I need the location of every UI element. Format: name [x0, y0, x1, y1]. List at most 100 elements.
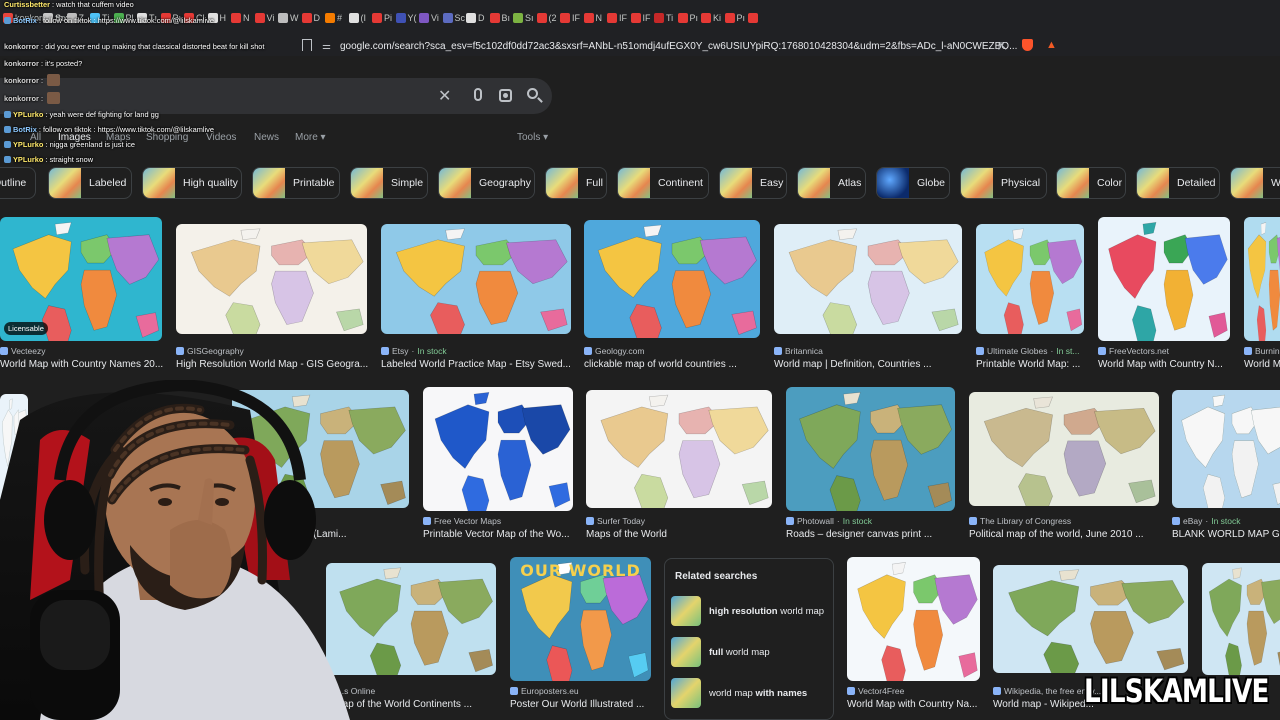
result-thumbnail[interactable] — [1244, 217, 1280, 341]
result-source[interactable]: Vector4Free — [847, 686, 904, 696]
browser-tab[interactable]: Z — [64, 13, 88, 23]
result-thumbnail[interactable] — [381, 224, 571, 334]
result-thumbnail[interactable] — [774, 224, 962, 334]
browser-tab[interactable]: Vi — [416, 13, 440, 23]
filter-chip[interactable]: Physical — [960, 167, 1047, 199]
browser-tab[interactable]: Tj — [87, 13, 111, 23]
filter-chip[interactable]: Easy — [719, 167, 787, 199]
omnibox[interactable]: ⚌ google.com/search?sca_esv=f5c102df0dd7… — [322, 38, 1072, 54]
filter-chip[interactable]: High quality — [142, 167, 242, 199]
browser-tab[interactable] — [745, 13, 769, 23]
tools-button[interactable]: Tools ▾ — [517, 132, 548, 148]
browser-tab[interactable]: Y( — [393, 13, 417, 23]
result-title[interactable]: World Map with Country Names 20... — [0, 359, 168, 370]
result-source[interactable]: eBay · In stock — [1172, 516, 1241, 526]
result-title[interactable]: Printable World Map: ... — [976, 359, 1090, 370]
browser-tab[interactable]: (2 — [534, 13, 558, 23]
browser-tab[interactable]: Cl — [181, 13, 205, 23]
related-search-item[interactable]: full world map — [671, 636, 829, 668]
tab-maps[interactable]: Maps — [106, 132, 130, 148]
browser-tab[interactable]: Sı — [510, 13, 534, 23]
result-thumbnail[interactable] — [1202, 563, 1280, 675]
result-title[interactable]: Poster Our World Illustrated ... — [510, 699, 657, 710]
browser-tab[interactable]: H — [205, 13, 229, 23]
result-source[interactable]: Ultimate Globes · In st... — [976, 346, 1079, 356]
filter-chip[interactable]: Geography — [438, 167, 535, 199]
filter-chip[interactable]: Continent — [617, 167, 709, 199]
result-thumbnail[interactable] — [176, 224, 367, 334]
related-search-item[interactable]: high resolution world map — [671, 595, 829, 627]
result-title[interactable]: clickable map of world countries ... — [584, 359, 766, 370]
tab-news[interactable]: News — [254, 132, 279, 148]
browser-tab[interactable]: Bı — [487, 13, 510, 23]
browser-tab[interactable]: Pı — [158, 13, 181, 23]
search-input[interactable] — [0, 78, 552, 114]
browser-tab[interactable]: Pi — [369, 13, 393, 23]
result-title[interactable]: World map | Definition, Countries ... — [774, 359, 968, 370]
browser-tab[interactable]: IF — [628, 13, 652, 23]
result-source[interactable]: Surfer Today — [586, 516, 645, 526]
result-title[interactable]: Labeled World Practice Map - Etsy Swed..… — [381, 359, 577, 370]
result-source[interactable]: Vecteezy — [0, 346, 46, 356]
result-source[interactable]: The Library of Congress — [969, 516, 1071, 526]
filter-chip[interactable]: Globe — [876, 167, 950, 199]
result-thumbnail[interactable] — [1098, 217, 1230, 341]
tab-images[interactable]: Images — [58, 132, 91, 148]
rewards-icon[interactable]: ▲ — [1046, 39, 1057, 51]
result-title[interactable]: Roads – designer canvas print ... — [786, 529, 961, 540]
filter-chip[interactable]: Full — [545, 167, 607, 199]
browser-tab[interactable]: Sı — [40, 13, 64, 23]
result-thumbnail[interactable] — [847, 557, 980, 681]
browser-tab[interactable]: (I — [346, 13, 370, 23]
browser-tab[interactable]: D — [299, 13, 323, 23]
tab-shopping[interactable]: Shopping — [146, 132, 188, 148]
browser-tab[interactable]: N — [228, 13, 252, 23]
result-thumbnail[interactable] — [423, 387, 573, 511]
result-source[interactable]: GISGeography — [176, 346, 244, 356]
result-thumbnail[interactable] — [976, 224, 1084, 334]
browser-tab[interactable]: D — [463, 13, 487, 23]
browser-tab[interactable]: W — [275, 13, 299, 23]
filter-chip[interactable]: Labeled — [48, 167, 132, 199]
tab-all[interactable]: All — [30, 132, 41, 148]
result-source[interactable]: FreeVectors.net — [1098, 346, 1169, 356]
browser-tab[interactable]: Pı — [722, 13, 745, 23]
result-thumbnail[interactable] — [584, 220, 760, 338]
result-thumbnail[interactable] — [1172, 390, 1280, 508]
close-icon[interactable]: ✕ — [438, 86, 451, 106]
camera-icon[interactable] — [499, 89, 512, 102]
filter-chip[interactable]: W — [1230, 167, 1280, 199]
result-source[interactable]: Free Vector Maps — [423, 516, 501, 526]
filter-chip[interactable]: Detailed — [1136, 167, 1220, 199]
brave-shield-icon[interactable] — [1022, 39, 1033, 51]
result-thumbnail[interactable] — [586, 390, 772, 508]
result-source[interactable]: Photowall · In stock — [786, 516, 872, 526]
browser-tab[interactable]: IF — [604, 13, 628, 23]
result-title[interactable]: Printable Vector Map of the Wo... — [423, 529, 579, 540]
browser-tab[interactable]: Sc — [440, 13, 465, 23]
site-info-icon[interactable]: ⚌ — [322, 41, 334, 52]
browser-tab[interactable]: konkorror thx — [0, 13, 68, 23]
search-icon[interactable] — [527, 88, 538, 99]
browser-tab[interactable]: IF — [557, 13, 581, 23]
result-title[interactable]: High Resolution World Map - GIS Geogra..… — [176, 359, 373, 370]
browser-tab[interactable]: Ki — [698, 13, 722, 23]
result-source[interactable]: Burnin... — [1244, 346, 1280, 356]
result-source[interactable]: Geology.com — [584, 346, 644, 356]
result-thumbnail[interactable] — [786, 387, 955, 511]
browser-tab[interactable]: # — [322, 13, 346, 23]
result-title[interactable]: BLANK WORLD MAP GL... — [1172, 529, 1280, 540]
browser-tab[interactable]: Pı — [675, 13, 698, 23]
bookmark-icon[interactable] — [302, 39, 312, 51]
result-title[interactable]: Political map of the world, June 2010 ..… — [969, 529, 1165, 540]
filter-chip[interactable]: Color — [1056, 167, 1126, 199]
tab-more[interactable]: More ▾ — [295, 132, 326, 148]
filter-chip[interactable]: Simple — [350, 167, 428, 199]
mic-icon[interactable] — [474, 88, 482, 101]
result-title[interactable]: World Map with Country N... — [1098, 359, 1236, 370]
filter-chip[interactable]: Outline — [0, 167, 36, 199]
share-icon[interactable]: ⇱ — [998, 40, 1007, 53]
related-search-item[interactable]: world map with names — [671, 677, 829, 709]
result-thumbnail[interactable]: OUR WORLD — [510, 557, 651, 681]
browser-tab[interactable]: Ti — [651, 13, 675, 23]
